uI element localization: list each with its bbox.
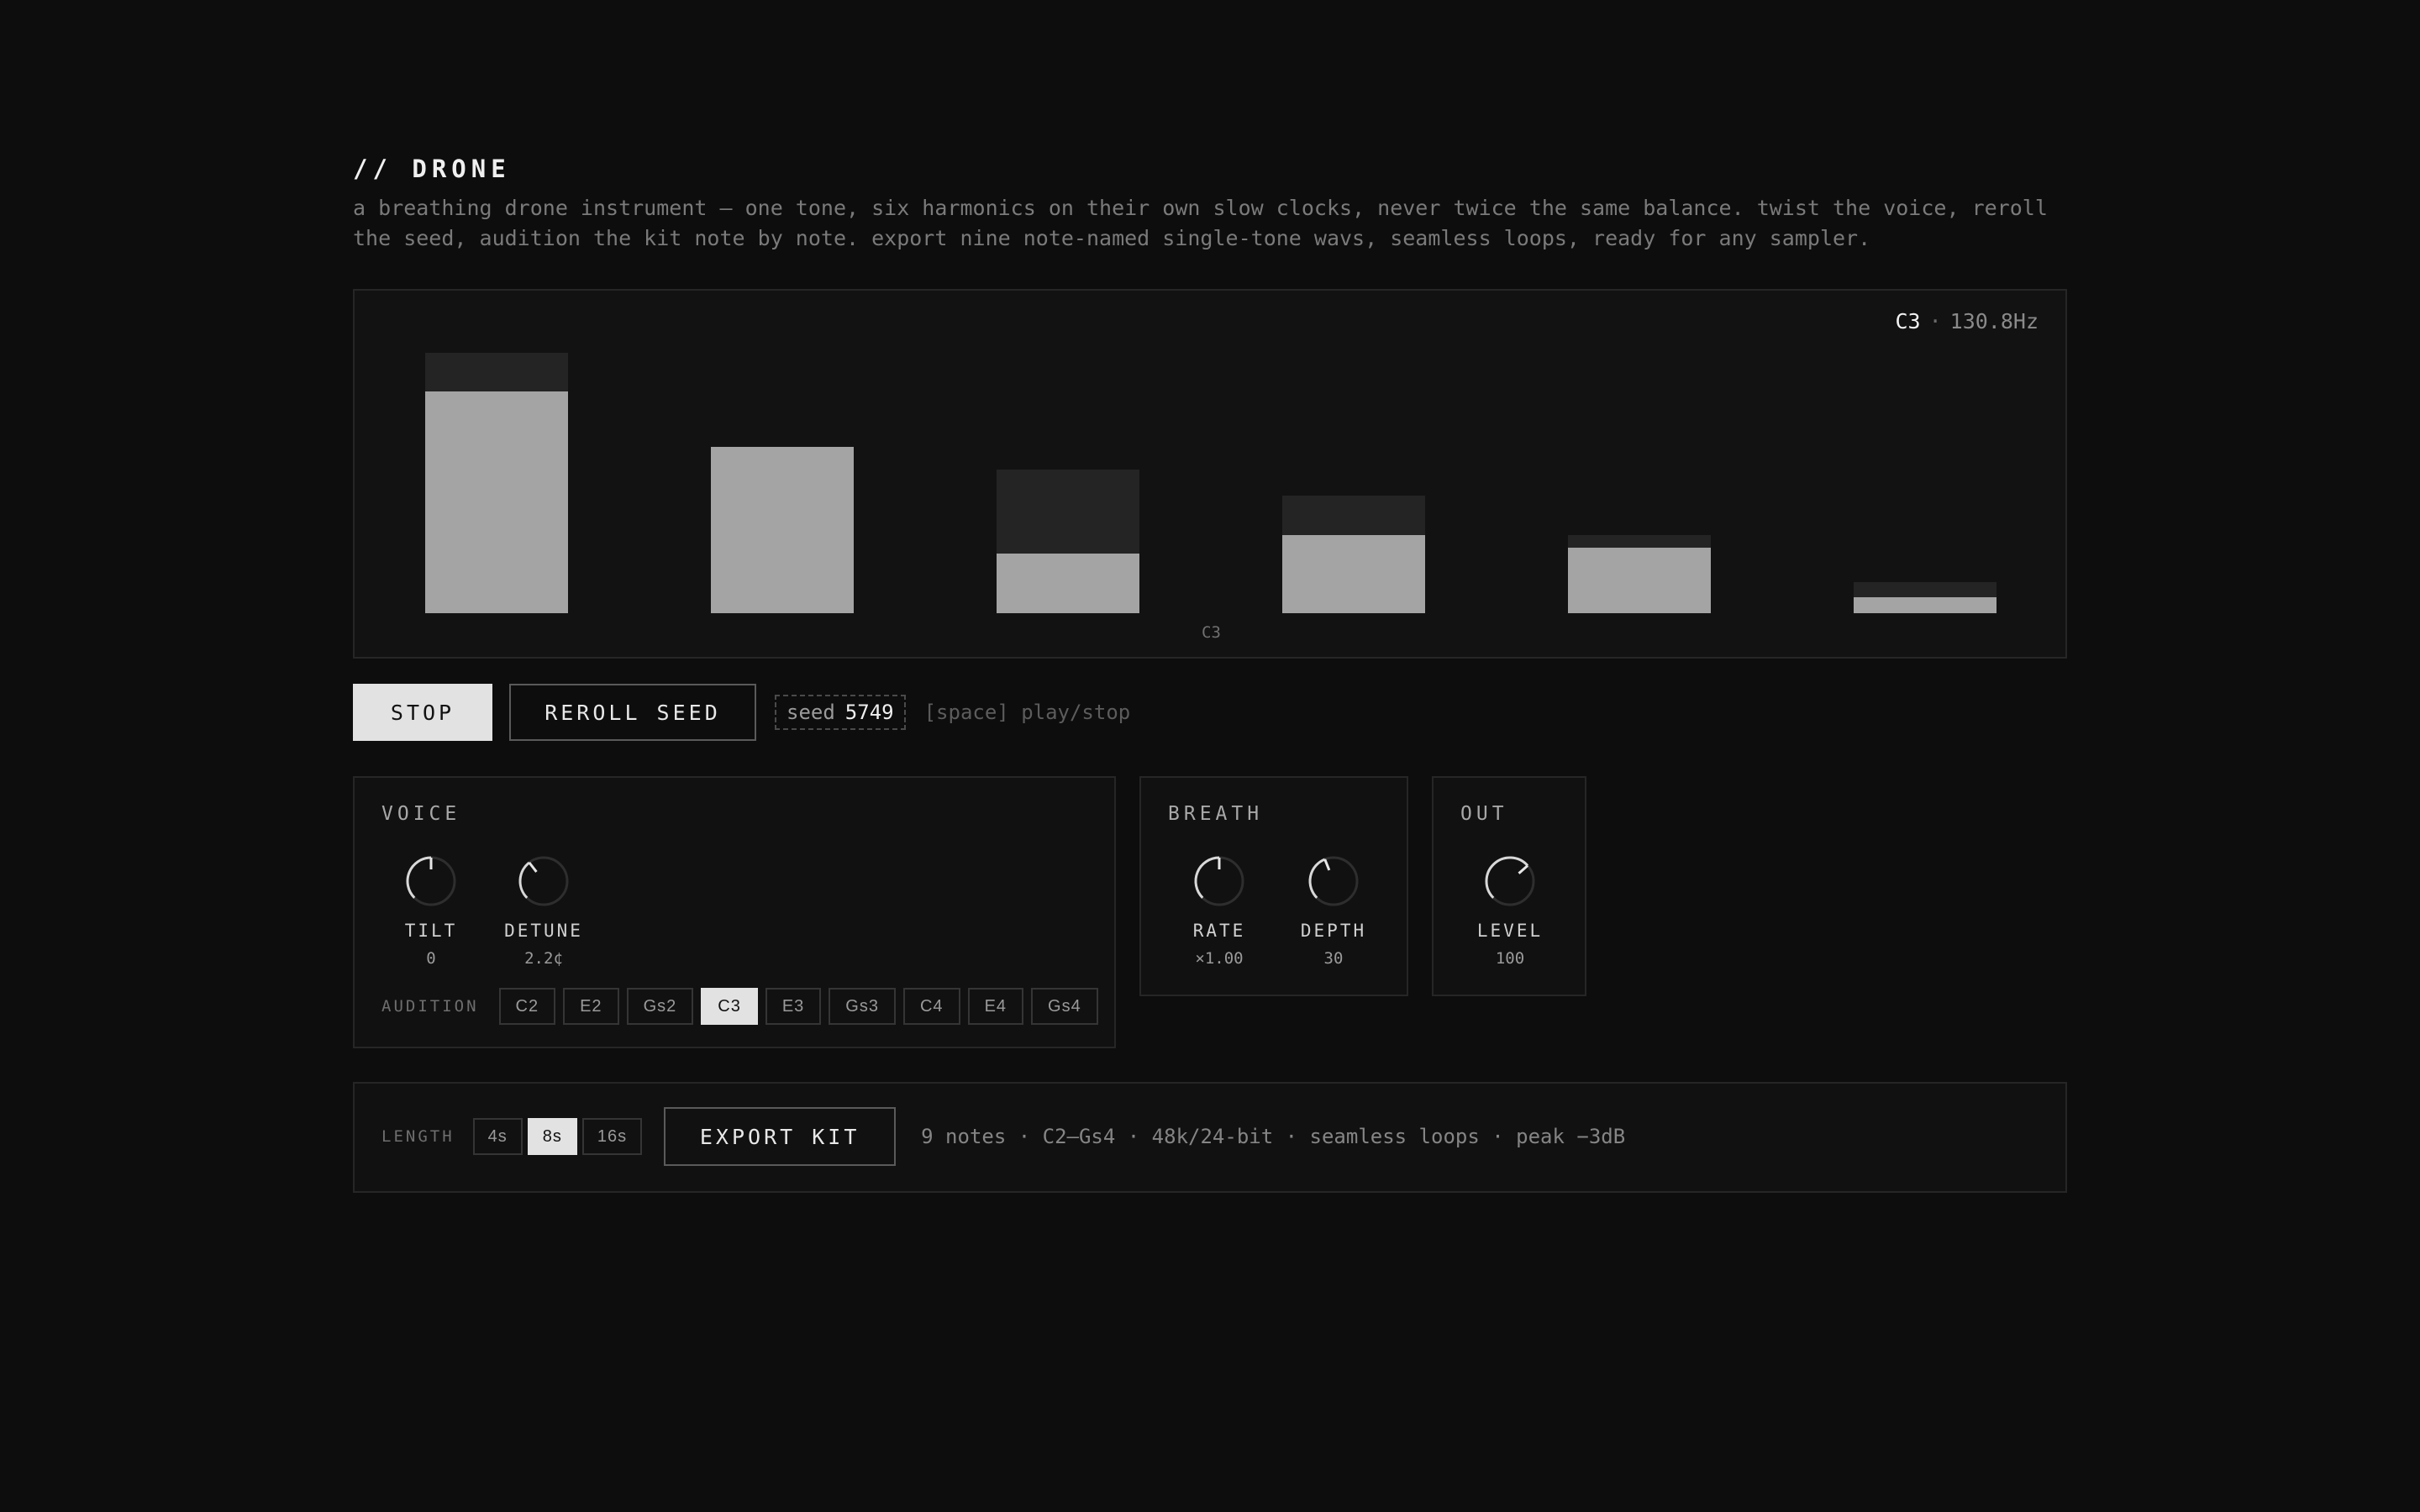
detune-knob-value: 2.2¢: [524, 949, 563, 968]
audition-note-gs4[interactable]: Gs4: [1031, 988, 1098, 1025]
harmonic-bar: [1282, 496, 1425, 613]
seed-display[interactable]: seed 5749: [775, 695, 906, 730]
harmonic-bar-level: [711, 447, 854, 613]
audition-note-e4[interactable]: E4: [967, 988, 1024, 1025]
transport-controls: STOP REROLL SEED seed 5749 [space] play/s…: [353, 682, 1130, 743]
rate-knob-value: ×1.00: [1195, 949, 1244, 968]
tilt-knob[interactable]: TILT 0: [376, 853, 486, 968]
harmonic-bar-level: [1568, 548, 1711, 613]
seed-label: seed: [786, 701, 835, 724]
audition-note-c2[interactable]: C2: [498, 988, 556, 1025]
rate-knob[interactable]: RATE ×1.00: [1165, 853, 1274, 968]
breath-panel-title: BREATH: [1168, 803, 1264, 825]
depth-knob-value: 30: [1323, 949, 1344, 968]
rate-knob-dial[interactable]: [1192, 853, 1247, 909]
export-panel: LENGTH 4s 8s 16s EXPORT KIT 9 notes · C2–G…: [353, 1082, 2067, 1193]
note-readout: C3 · 130.8Hz: [1895, 309, 2039, 333]
rate-knob-label: RATE: [1192, 921, 1246, 941]
level-knob[interactable]: LEVEL 100: [1455, 853, 1565, 968]
harmonic-bar-level: [997, 554, 1139, 613]
harmonic-bar: [711, 447, 854, 613]
export-row: LENGTH 4s 8s 16s EXPORT KIT 9 notes · C2–G…: [381, 1084, 1625, 1189]
voice-panel: VOICE TILT 0 DETUNE 2.2¢ AUDITION C2 E2 Gs…: [353, 776, 1116, 1048]
level-knob-value: 100: [1495, 949, 1525, 968]
seed-value: 5749: [844, 701, 894, 724]
export-info: 9 notes · C2–Gs4 · 48k/24-bit · seamless…: [921, 1125, 1626, 1148]
breath-panel: BREATH RATE ×1.00 DEPTH 30: [1139, 776, 1408, 996]
detune-knob-dial[interactable]: [516, 853, 571, 909]
tilt-knob-dial[interactable]: [403, 853, 459, 909]
out-panel: OUT LEVEL 100: [1432, 776, 1586, 996]
length-options: 4s 8s 16s: [472, 1118, 648, 1155]
harmonic-bar: [1854, 582, 1996, 613]
audition-note-e3[interactable]: E3: [765, 988, 822, 1025]
audition-note-e2[interactable]: E2: [563, 988, 619, 1025]
audition-note-c3[interactable]: C3: [701, 988, 758, 1025]
export-kit-button[interactable]: EXPORT KIT: [664, 1107, 897, 1166]
audition-note-gs3[interactable]: Gs3: [829, 988, 896, 1025]
note-readout-frequency: 130.8Hz: [1949, 309, 2039, 333]
audition-label: AUDITION: [381, 997, 479, 1016]
note-readout-separator: ·: [1928, 309, 1942, 333]
detune-knob[interactable]: DETUNE 2.2¢: [489, 853, 598, 968]
keyboard-hint: [space] play/stop: [923, 701, 1131, 724]
voice-panel-title: VOICE: [381, 803, 461, 825]
length-option-4s[interactable]: 4s: [472, 1118, 523, 1155]
reroll-seed-button[interactable]: REROLL SEED: [509, 684, 756, 741]
length-option-16s[interactable]: 16s: [581, 1118, 643, 1155]
length-option-8s[interactable]: 8s: [527, 1118, 577, 1155]
harmonic-bar: [425, 353, 568, 613]
harmonic-bar: [997, 470, 1139, 613]
harmonic-bar: [1568, 535, 1711, 613]
harmonic-bar-level: [425, 391, 568, 613]
page-title: // DRONE: [353, 155, 511, 183]
audition-note-gs2[interactable]: Gs2: [626, 988, 694, 1025]
depth-knob-dial[interactable]: [1306, 853, 1361, 909]
depth-knob[interactable]: DEPTH 30: [1279, 853, 1388, 968]
harmonic-bar-level: [1854, 597, 1996, 613]
page-description: a breathing drone instrument — one tone,…: [353, 196, 2048, 250]
length-label: LENGTH: [381, 1127, 455, 1146]
level-knob-dial[interactable]: [1482, 853, 1538, 909]
out-panel-title: OUT: [1460, 803, 1508, 825]
tilt-knob-value: 0: [426, 949, 436, 968]
note-readout-note: C3: [1895, 309, 1921, 333]
visualizer-note-label: C3: [1202, 623, 1221, 642]
detune-knob-label: DETUNE: [504, 921, 583, 941]
stop-button[interactable]: STOP: [353, 684, 492, 741]
harmonic-visualizer: C3 · 130.8Hz C3: [353, 289, 2067, 659]
level-knob-label: LEVEL: [1476, 921, 1544, 941]
audition-note-c4[interactable]: C4: [902, 988, 960, 1025]
tilt-knob-label: TILT: [404, 921, 458, 941]
depth-knob-label: DEPTH: [1300, 921, 1367, 941]
audition-row: AUDITION C2 E2 Gs2 C3 E3 Gs3 C4 E4 Gs4: [381, 988, 1106, 1025]
harmonic-bar-level: [1282, 535, 1425, 613]
